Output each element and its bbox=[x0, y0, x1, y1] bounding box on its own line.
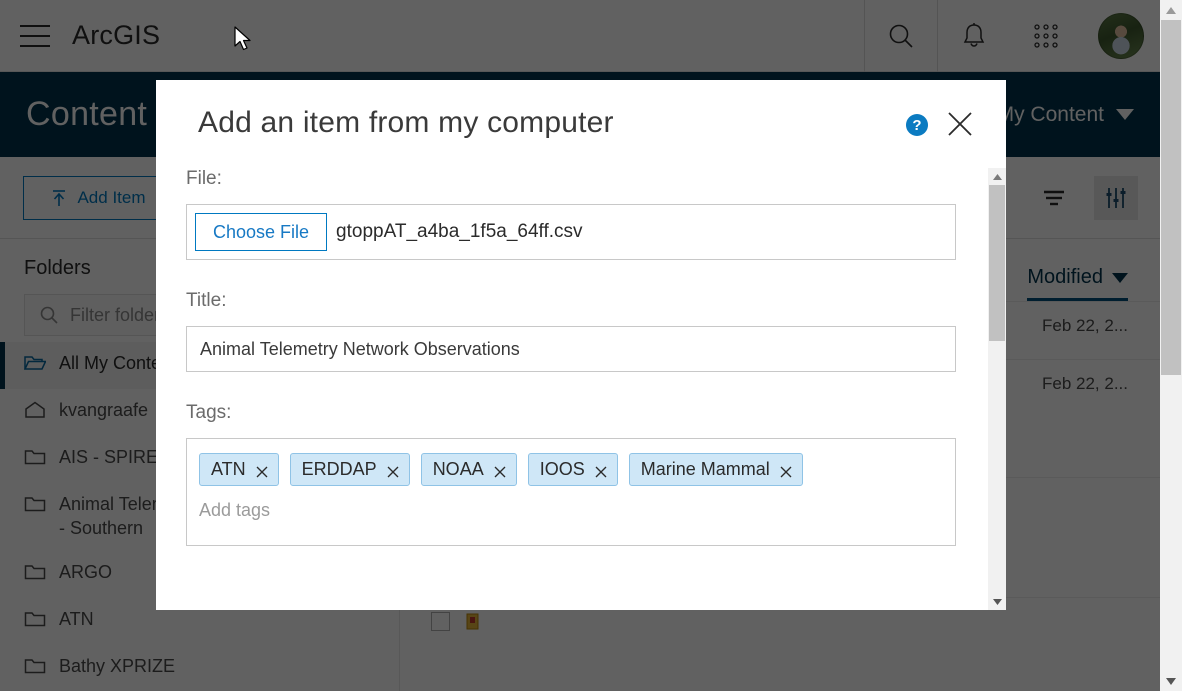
page-scroll-down-button[interactable] bbox=[1160, 671, 1182, 691]
close-button[interactable] bbox=[944, 108, 976, 140]
dialog-header: Add an item from my computer ? bbox=[156, 80, 1006, 168]
tag-chip[interactable]: ERDDAP bbox=[290, 453, 410, 486]
scroll-up-button[interactable] bbox=[988, 168, 1006, 185]
file-field-group: File: Choose File gtoppAT_a4ba_1f5a_64ff… bbox=[186, 168, 974, 260]
tag-label: ERDDAP bbox=[302, 459, 377, 480]
caret-up-icon bbox=[992, 173, 1003, 181]
add-item-dialog: Add an item from my computer ? File: Cho… bbox=[156, 80, 1006, 610]
tag-label: IOOS bbox=[540, 459, 585, 480]
dialog-scrollbar[interactable] bbox=[988, 168, 1006, 610]
tag-label: Marine Mammal bbox=[641, 459, 770, 480]
add-tags-placeholder[interactable]: Add tags bbox=[199, 500, 943, 521]
tag-remove-button[interactable] bbox=[386, 463, 400, 477]
choose-file-button[interactable]: Choose File bbox=[195, 213, 327, 251]
tag-label: ATN bbox=[211, 459, 246, 480]
scroll-down-button[interactable] bbox=[988, 593, 1006, 610]
close-icon bbox=[594, 465, 608, 479]
tag-chip[interactable]: NOAA bbox=[421, 453, 517, 486]
tag-remove-button[interactable] bbox=[594, 463, 608, 477]
title-input[interactable]: Animal Telemetry Network Observations bbox=[186, 326, 956, 372]
file-input[interactable]: Choose File gtoppAT_a4ba_1f5a_64ff.csv bbox=[186, 204, 956, 260]
app-root: ArcGIS bbox=[0, 0, 1182, 691]
tag-remove-button[interactable] bbox=[779, 463, 793, 477]
page-scroll-up-button[interactable] bbox=[1160, 0, 1182, 20]
close-icon bbox=[779, 465, 793, 479]
tags-input[interactable]: ATN ERDDAP bbox=[186, 438, 956, 546]
dialog-title: Add an item from my computer bbox=[198, 106, 614, 140]
caret-down-icon bbox=[1165, 677, 1177, 686]
tags-label: Tags: bbox=[186, 402, 974, 424]
file-label: File: bbox=[186, 168, 974, 190]
tag-label: NOAA bbox=[433, 459, 484, 480]
help-icon[interactable]: ? bbox=[906, 114, 928, 136]
tag-remove-button[interactable] bbox=[493, 463, 507, 477]
close-icon bbox=[386, 465, 400, 479]
page-scrollbar-thumb[interactable] bbox=[1161, 20, 1181, 375]
caret-up-icon bbox=[1165, 6, 1177, 15]
scrollbar-thumb[interactable] bbox=[989, 185, 1005, 341]
tag-chip[interactable]: Marine Mammal bbox=[629, 453, 803, 486]
tag-chip[interactable]: IOOS bbox=[528, 453, 618, 486]
caret-down-icon bbox=[992, 598, 1003, 606]
close-icon bbox=[944, 108, 976, 140]
browser-scrollbar[interactable] bbox=[1160, 0, 1182, 691]
close-icon bbox=[493, 465, 507, 479]
close-icon bbox=[255, 465, 269, 479]
title-label: Title: bbox=[186, 290, 974, 312]
tag-list: ATN ERDDAP bbox=[199, 453, 943, 486]
dialog-body: File: Choose File gtoppAT_a4ba_1f5a_64ff… bbox=[156, 168, 1006, 610]
tag-chip[interactable]: ATN bbox=[199, 453, 279, 486]
title-field-group: Title: Animal Telemetry Network Observat… bbox=[186, 290, 974, 372]
tag-remove-button[interactable] bbox=[255, 463, 269, 477]
tags-field-group: Tags: ATN E bbox=[186, 402, 974, 546]
selected-file-name: gtoppAT_a4ba_1f5a_64ff.csv bbox=[336, 221, 583, 243]
